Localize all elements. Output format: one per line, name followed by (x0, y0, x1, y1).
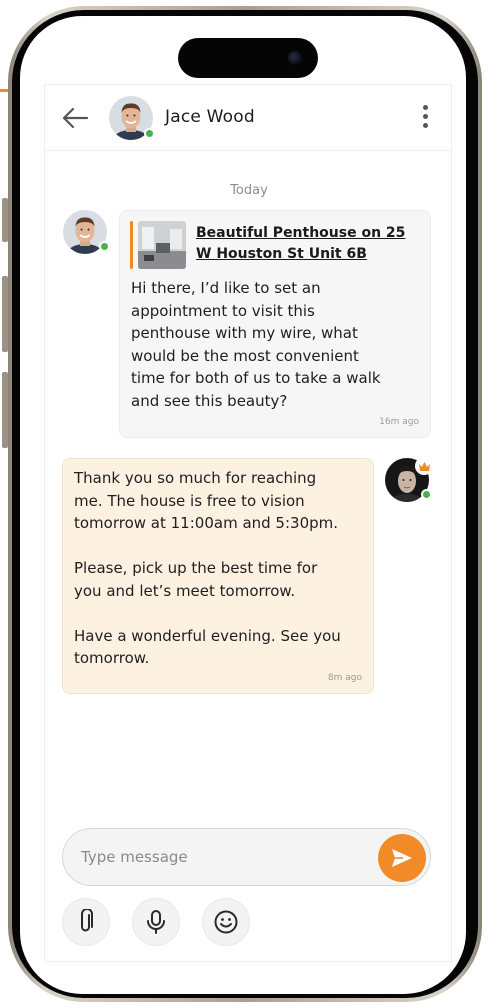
front-camera (288, 51, 302, 65)
online-status-dot (99, 241, 110, 252)
listing-title-link[interactable]: Beautiful Penthouse on 25 W Houston St U… (196, 223, 416, 269)
more-vertical-icon (417, 105, 433, 128)
message-line: tomorrow. (74, 649, 150, 667)
message-line: Have a wonderful evening. See you (74, 626, 341, 645)
side-button-volume-down (2, 372, 8, 448)
incoming-message-bubble: Beautiful Penthouse on 25 W Houston St U… (119, 210, 431, 438)
back-button[interactable] (61, 106, 89, 130)
listing-accent-bar (130, 221, 133, 269)
message-line: would be the most convenient (131, 346, 359, 365)
message-line: time for both of us to take a walk (131, 369, 381, 387)
more-options-button[interactable] (417, 105, 433, 131)
chat-header: Jace Wood (45, 85, 453, 151)
date-separator: Today (230, 183, 268, 198)
message-text: Thank you so much for reaching me. The h… (74, 467, 341, 670)
listing-preview[interactable]: Beautiful Penthouse on 25 W Houston St U… (130, 221, 420, 269)
chat-app: Jace Wood Today Beautiful Penthouse on 2… (44, 84, 453, 962)
message-line: Hi there, I’d like to set an (131, 279, 321, 297)
message-text: Hi there, I’d like to set an appointment… (131, 277, 381, 412)
message-line: tomorrow at 11:00am and 5:30pm. (74, 514, 339, 532)
message-line (74, 535, 341, 558)
message-line: Thank you so much for reaching (74, 469, 317, 487)
phone-screen: Jace Wood Today Beautiful Penthouse on 2… (20, 16, 466, 994)
message-timestamp: 8m ago (327, 673, 362, 683)
microphone-icon (147, 910, 165, 934)
listing-image (138, 221, 186, 269)
send-button[interactable] (378, 834, 426, 882)
smiley-icon (214, 910, 238, 934)
contact-name: Jace Wood (165, 107, 255, 127)
message-composer (62, 828, 431, 886)
listing-thumbnail (138, 221, 186, 269)
message-input[interactable] (81, 841, 361, 873)
message-line: you and let’s meet tomorrow. (74, 581, 296, 600)
crown-icon (418, 461, 430, 471)
message-line: penthouse with my wire, what (131, 324, 358, 342)
message-line: Please, pick up the best time for (74, 559, 318, 577)
emoji-button[interactable] (202, 898, 250, 946)
paperclip-icon (81, 909, 93, 932)
send-icon (392, 849, 412, 867)
message-line: appointment to visit this (131, 301, 315, 320)
online-status-dot (421, 489, 432, 500)
side-button-volume-up (2, 276, 8, 352)
voice-button[interactable] (132, 898, 180, 946)
message-line: and see this beauty? (131, 391, 288, 410)
crown-badge (415, 457, 433, 475)
outgoing-message-bubble: Thank you so much for reaching me. The h… (62, 458, 374, 694)
attach-button[interactable] (62, 898, 110, 946)
online-status-dot (144, 128, 155, 139)
message-line: me. The house is free to vision (74, 491, 305, 510)
arrow-left-icon (62, 107, 89, 129)
dynamic-island (178, 38, 318, 78)
message-timestamp: 16m ago (379, 417, 419, 427)
side-button-action (2, 198, 8, 242)
message-line (74, 602, 341, 625)
